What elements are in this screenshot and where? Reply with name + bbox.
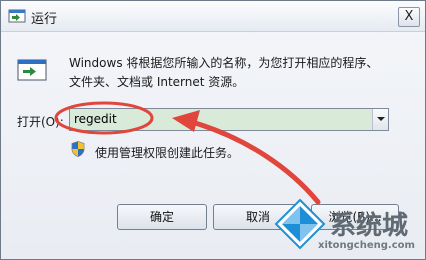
open-input-value: regedit: [74, 112, 117, 126]
ok-button[interactable]: 确定: [117, 204, 207, 230]
description-line-2: 文件夹、文档或 Internet 资源。: [69, 75, 245, 89]
close-button[interactable]: X: [398, 7, 420, 27]
open-label: 打开(O):: [17, 115, 64, 129]
watermark-url: xitongcheng.com: [318, 240, 415, 251]
run-icon: [8, 9, 26, 23]
run-icon: [17, 59, 47, 81]
uac-shield-icon: [71, 141, 85, 157]
description-line-1: Windows 将根据您所输入的名称，为您打开相应的程序、: [69, 56, 379, 70]
open-input[interactable]: regedit: [69, 108, 389, 131]
dialog-description: Windows 将根据您所输入的名称，为您打开相应的程序、 文件夹、文档或 In…: [69, 54, 389, 92]
window-title: 运行: [31, 12, 58, 27]
title-bar: 运行 X: [1, 1, 425, 32]
close-icon: X: [404, 9, 414, 24]
chevron-down-icon[interactable]: [372, 109, 388, 130]
admin-note: 使用管理权限创建此任务。: [95, 146, 240, 160]
watermark-name: 系统城: [330, 211, 409, 241]
